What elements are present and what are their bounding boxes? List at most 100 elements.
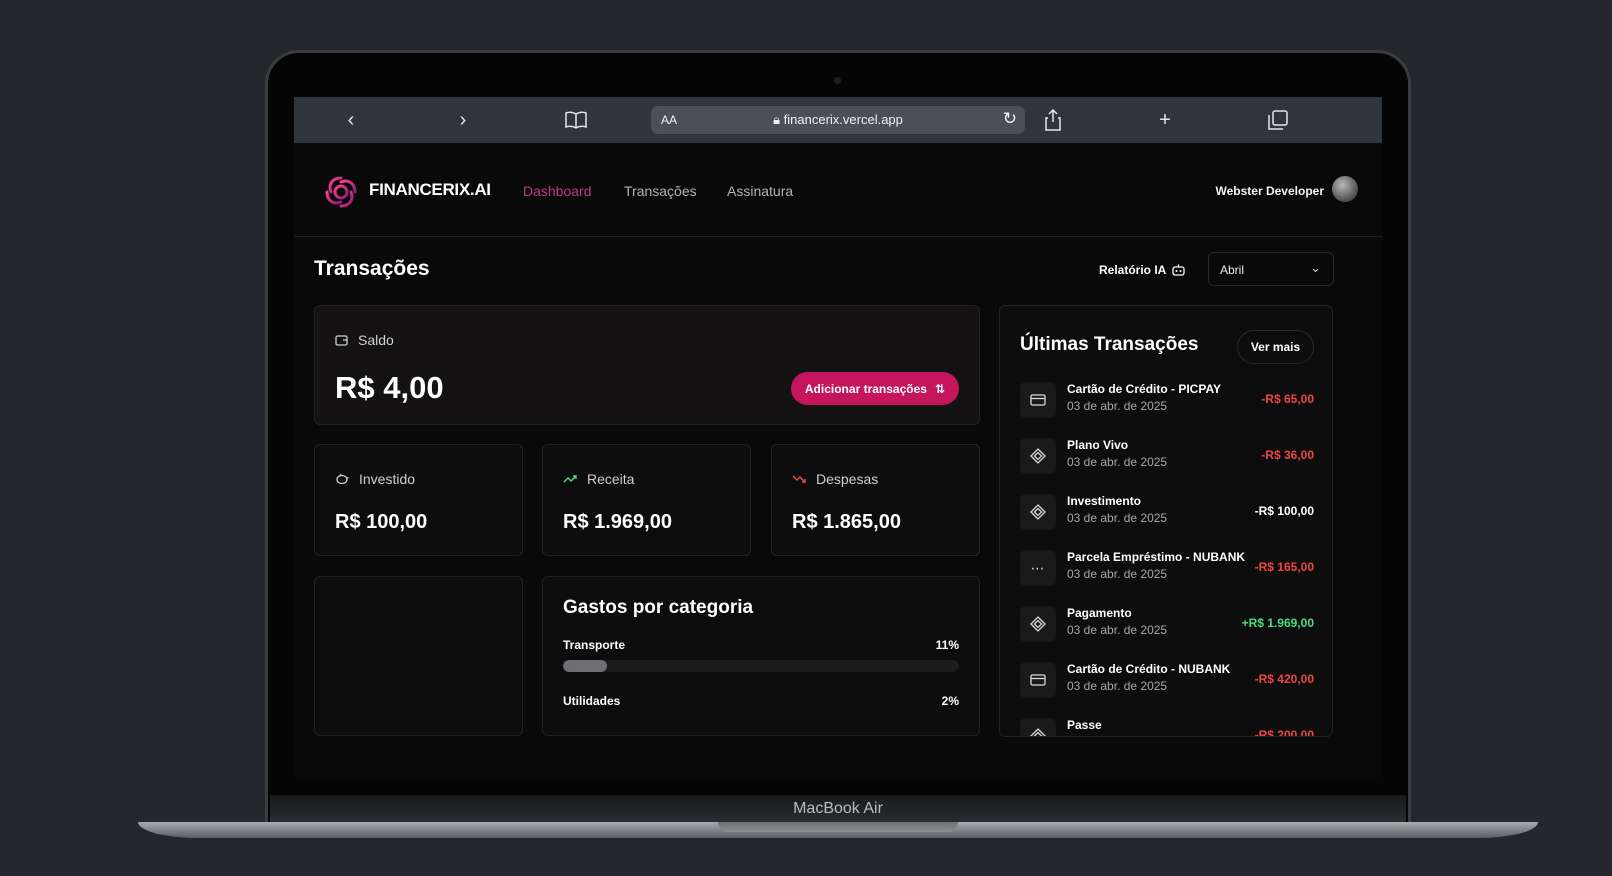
balance-label-text: Saldo — [358, 332, 394, 348]
tabs-icon[interactable] — [1265, 107, 1291, 133]
categories-title: Gastos por categoria — [563, 597, 754, 618]
transaction-date: 03 de abr. de 2025 — [1067, 735, 1167, 736]
bookmarks-icon[interactable] — [563, 107, 589, 133]
credit-card-icon — [1020, 662, 1056, 698]
expenses-label-text: Despesas — [816, 471, 879, 487]
trending-down-icon — [792, 475, 806, 483]
transaction-row[interactable]: Investimento 03 de abr. de 2025 -R$ 100,00 — [1020, 492, 1314, 532]
transaction-date: 03 de abr. de 2025 — [1067, 679, 1168, 693]
transaction-amount: +R$ 1.969,00 — [1241, 616, 1314, 630]
transaction-amount: -R$ 165,00 — [1254, 560, 1314, 574]
transaction-row[interactable]: Cartão de Crédito - NUBANK 03 de abr. de … — [1020, 660, 1314, 700]
latest-transactions-title: Últimas Transações — [1020, 334, 1199, 355]
transaction-row[interactable]: Passe 03 de abr. de 2025 -R$ 200,00 — [1020, 716, 1314, 737]
transaction-date: 03 de abr. de 2025 — [1067, 567, 1168, 581]
logo-icon — [325, 176, 357, 208]
categories-card: Gastos por categoria Transporte 11% Util… — [542, 576, 980, 736]
nav-dashboard[interactable]: Dashboard — [523, 183, 592, 199]
bot-icon — [1172, 264, 1185, 276]
transaction-name: Plano Vivo — [1067, 438, 1129, 452]
category-percent: 2% — [941, 694, 959, 708]
transaction-row[interactable]: Plano Vivo 03 de abr. de 2025 -R$ 36,00 — [1020, 436, 1314, 476]
nav-transacoes[interactable]: Transações — [624, 183, 697, 199]
forward-icon[interactable]: › — [450, 107, 476, 133]
url-value: financerix.vercel.app — [783, 112, 903, 127]
ai-report-button[interactable]: Relatório IA — [1099, 259, 1185, 281]
transaction-name: Cartão de Crédito - NUBANK — [1067, 662, 1231, 676]
transaction-amount: -R$ 200,00 — [1254, 728, 1314, 737]
transaction-date: 03 de abr. de 2025 — [1067, 511, 1168, 525]
page-title: Transações — [314, 257, 430, 280]
url-text: 🔒︎ financerix.vercel.app — [651, 112, 1025, 128]
lock-icon: 🔒︎ — [773, 112, 781, 127]
trending-up-icon — [563, 475, 577, 483]
pie-legend-peek — [355, 727, 485, 737]
more-icon: ⋯ — [1020, 550, 1056, 586]
invested-value: R$ 100,00 — [335, 511, 428, 533]
transaction-amount: -R$ 420,00 — [1254, 672, 1314, 686]
expenses-label: Despesas — [792, 471, 878, 487]
transaction-amount: -R$ 65,00 — [1261, 392, 1314, 406]
transaction-name: Cartão de Crédito - PICPAY — [1067, 382, 1222, 396]
category-progress-fill — [563, 660, 607, 672]
user-name[interactable]: Webster Developer — [1216, 184, 1325, 198]
pix-icon — [1020, 606, 1056, 642]
balance-value: R$ 4,00 — [335, 370, 444, 405]
expenses-card: Despesas R$ 1.865,00 — [771, 444, 980, 556]
avatar[interactable] — [1332, 176, 1358, 202]
month-select[interactable]: Abril ⌄ — [1208, 252, 1334, 286]
credit-card-icon — [1020, 382, 1056, 418]
transaction-date: 03 de abr. de 2025 — [1067, 623, 1168, 637]
share-icon[interactable] — [1040, 107, 1066, 133]
revenue-card: Receita R$ 1.969,00 — [542, 444, 751, 556]
revenue-value: R$ 1.969,00 — [563, 511, 672, 533]
balance-card: Saldo R$ 4,00 Adicionar transações ⇅ — [314, 305, 980, 425]
device-label: MacBook Air — [270, 795, 1406, 823]
see-more-button[interactable]: Ver mais — [1237, 330, 1314, 364]
back-icon[interactable]: ‹ — [338, 107, 364, 133]
browser-toolbar: ‹ › AA 🔒︎ financerix.vercel.app ↻ + — [294, 97, 1382, 143]
transaction-name: Investimento — [1067, 494, 1142, 508]
add-transaction-label: Adicionar transações — [804, 381, 927, 396]
transaction-name: Parcela Empréstimo - NUBANK — [1067, 550, 1246, 564]
transaction-amount: -R$ 36,00 — [1261, 448, 1314, 462]
latest-transactions-card: Últimas Transações Ver mais Cartão de Cr… — [999, 305, 1333, 737]
add-transaction-button[interactable]: Adicionar transações ⇅ — [790, 372, 959, 405]
transaction-date: 03 de abr. de 2025 — [1067, 455, 1168, 469]
revenue-label: Receita — [563, 471, 634, 487]
pix-icon — [1020, 718, 1056, 736]
balance-label: Saldo — [335, 332, 394, 348]
ai-report-label: Relatório IA — [1099, 263, 1167, 277]
transaction-row[interactable]: Cartão de Crédito - PICPAY 03 de abr. de … — [1020, 380, 1314, 420]
invested-label-text: Investido — [359, 471, 416, 487]
arrows-up-down-icon: ⇅ — [934, 381, 945, 396]
brand-name: FINANCERIX.AI — [369, 180, 491, 199]
invested-label: Investido — [335, 471, 415, 487]
transaction-name: Pagamento — [1067, 606, 1132, 620]
camera — [834, 77, 841, 84]
nav-assinatura[interactable]: Assinatura — [727, 183, 793, 199]
transaction-row[interactable]: ⋯ Parcela Empréstimo - NUBANK 03 de abr. d… — [1020, 548, 1314, 588]
transaction-row[interactable]: Pagamento 03 de abr. de 2025 +R$ 1.969,00 — [1020, 604, 1314, 644]
category-name: Transporte — [563, 638, 626, 652]
pix-icon — [1020, 494, 1056, 530]
invested-card: Investido R$ 100,00 — [314, 444, 523, 556]
screen: ‹ › AA 🔒︎ financerix.vercel.app ↻ + FINA… — [294, 97, 1382, 777]
month-value: Abril — [1220, 263, 1245, 277]
chevron-down-icon: ⌄ — [1310, 260, 1321, 275]
category-name: Utilidades — [563, 694, 621, 708]
reload-icon[interactable]: ↻ — [1003, 109, 1017, 129]
stage: MacBook Air ‹ › AA 🔒︎ financerix.vercel.… — [0, 0, 1612, 876]
new-tab-icon[interactable]: + — [1152, 107, 1178, 133]
app-header: FINANCERIX.AI Dashboard Transações Assin… — [294, 143, 1382, 237]
category-percent: 11% — [935, 638, 959, 652]
transaction-amount: -R$ 100,00 — [1254, 504, 1314, 518]
piggy-bank-icon — [336, 473, 349, 485]
pie-chart-card — [314, 576, 523, 736]
transaction-name: Passe — [1067, 718, 1102, 732]
transaction-date: 03 de abr. de 2025 — [1067, 399, 1168, 413]
url-bar[interactable]: AA 🔒︎ financerix.vercel.app ↻ — [651, 106, 1025, 134]
category-progress-track — [563, 660, 959, 672]
wallet-icon — [335, 335, 348, 346]
laptop-notch — [718, 822, 958, 832]
